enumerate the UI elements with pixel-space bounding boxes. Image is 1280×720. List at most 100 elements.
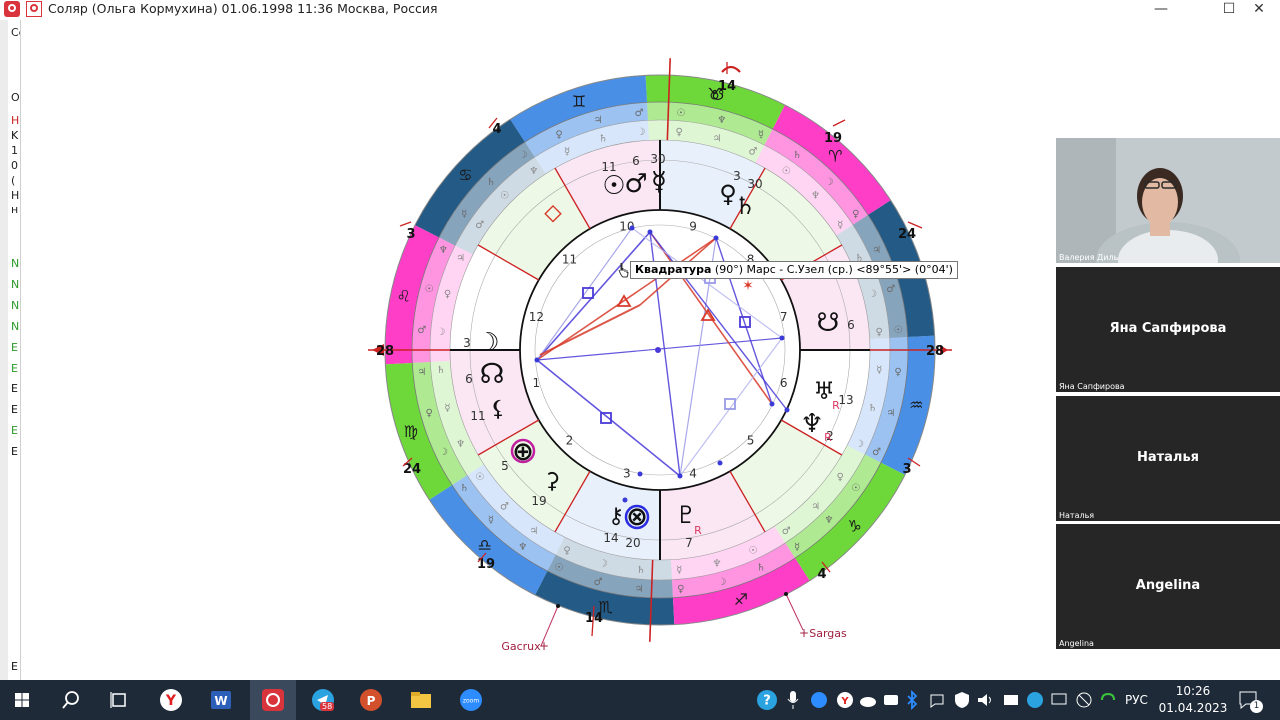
yandex-browser-icon[interactable]: Y [157, 686, 185, 714]
ruler-glyph: ♃ [712, 133, 721, 144]
zoom-tray-icon[interactable] [810, 691, 828, 709]
ruler-glyph: ♀ [425, 408, 432, 419]
ruler-glyph: ☉ [425, 284, 434, 295]
no-connection-icon[interactable] [1075, 691, 1093, 709]
word-icon[interactable]: W [207, 686, 235, 714]
planet-position-dot [637, 471, 643, 477]
planet-degree-label: 3 [733, 169, 741, 183]
house-number: 7 [780, 310, 788, 324]
language-indicator[interactable]: РУС [1125, 680, 1148, 720]
participant-tile[interactable]: Наталья Наталья [1056, 396, 1280, 521]
yandex-tray-icon[interactable]: Y [836, 691, 854, 709]
ruler-glyph: ♆ [529, 166, 538, 177]
axis-degree-label: 3 [902, 462, 911, 477]
planet-degree-label: 30 [747, 177, 762, 191]
system-clock[interactable]: 10:26 01.04.2023 [1158, 683, 1228, 717]
device-icon[interactable] [882, 692, 900, 708]
ruler-glyph: ☽ [855, 439, 864, 450]
telegram-tray-icon[interactable] [1026, 691, 1044, 709]
ruler-glyph: ☿ [837, 220, 843, 231]
moon-glyph: ☽ [476, 328, 499, 358]
participant-name: Наталья [1059, 511, 1095, 520]
star-dot [784, 592, 788, 596]
ruler-glyph: ☉ [851, 483, 860, 494]
ruler-glyph: ♂ [500, 502, 509, 513]
north-node-glyph: ☊ [480, 357, 505, 390]
participant-display-name: Angelina [1135, 578, 1201, 593]
ruler-glyph: ☿ [461, 209, 467, 220]
ruler-glyph: ♄ [868, 403, 877, 414]
display-icon[interactable] [1050, 691, 1068, 709]
participant-tile[interactable]: Яна Сапфирова Яна Сапфирова [1056, 267, 1280, 392]
planet-position-dot [629, 225, 635, 231]
ruler-glyph: ☉ [500, 190, 509, 201]
ruler-glyph: ♀ [875, 327, 882, 338]
ruler-glyph: ♀ [837, 472, 844, 483]
defender-icon[interactable] [953, 691, 971, 709]
tooltip-aspect-detail: (90°) Марс - С.Узел (ср.) <89°55'> (0°04… [711, 263, 953, 276]
planet-position-dot [779, 335, 785, 341]
ruler-glyph: ♀ [677, 584, 684, 595]
ruler-glyph: ☽ [868, 289, 877, 300]
network-icon[interactable] [1002, 691, 1020, 709]
clock-time: 10:26 [1175, 684, 1211, 698]
participant-name: Angelina [1059, 639, 1094, 648]
retrograde-mark: R [694, 524, 702, 537]
ruler-glyph: ☿ [488, 515, 494, 526]
house-number: 3 [623, 467, 631, 481]
cusp-tick [399, 221, 412, 227]
aquarius-sign-glyph: ♒ [909, 395, 923, 414]
mercury-glyph: ☿ [651, 167, 667, 197]
ruler-glyph: ♆ [712, 559, 721, 570]
windows-start-icon[interactable] [8, 686, 36, 714]
powerpoint-icon[interactable]: P [357, 686, 385, 714]
ruler-glyph: ♃ [872, 245, 881, 256]
ruler-glyph: ♀ [555, 129, 562, 140]
search-icon[interactable] [57, 686, 85, 714]
cancer-sign-glyph: ♋ [458, 166, 472, 185]
ruler-glyph: ♃ [456, 253, 465, 264]
ruler-glyph: ♀ [852, 209, 859, 220]
tooltip-aspect-name: Квадратура [635, 263, 712, 276]
volume-icon[interactable] [976, 691, 994, 709]
participant-tile[interactable]: Валерия Диль [1056, 138, 1280, 263]
participant-tile[interactable]: Angelina Angelina [1056, 524, 1280, 649]
star-gacrux-label: Gacrux [501, 640, 541, 653]
planet-degree-label: 6 [847, 318, 855, 332]
zet9-astro-icon[interactable] [259, 686, 287, 714]
svg-text:P: P [367, 694, 376, 708]
notification-count-badge: 1 [1250, 700, 1263, 713]
south-node-glyph: ☋ [816, 308, 839, 338]
svg-text:?: ? [763, 694, 771, 709]
notification-icon[interactable] [928, 691, 946, 709]
ruler-glyph: ♄ [793, 150, 802, 161]
mars-glyph: ♂ [624, 169, 647, 199]
file-explorer-icon[interactable] [407, 686, 435, 714]
bluetooth-icon[interactable] [905, 690, 919, 710]
cloud-icon[interactable] [858, 692, 878, 708]
participant-name: Яна Сапфирова [1059, 382, 1125, 391]
help-icon[interactable]: ? [756, 689, 778, 711]
ruler-glyph: ☽ [717, 577, 726, 588]
retrograde-mark: R [824, 431, 832, 444]
ruler-glyph: ♆ [825, 515, 834, 526]
microphone-icon[interactable] [786, 690, 800, 710]
planet-position-dot [647, 229, 653, 235]
ruler-glyph: ♂ [886, 284, 895, 295]
ruler-glyph: ☿ [676, 565, 682, 576]
gemini-sign-glyph: ♊ [572, 92, 586, 111]
axis-degree-label: 4 [492, 122, 501, 137]
ruler-glyph: ☿ [758, 129, 764, 140]
task-view-icon[interactable] [105, 686, 133, 714]
aspect-tooltip: Квадратура (90°) Марс - С.Узел (ср.) <89… [630, 261, 958, 279]
ruler-glyph: ♃ [635, 584, 644, 595]
house-number: 4 [689, 467, 697, 481]
star-dot [556, 604, 560, 608]
ruler-glyph: ☉ [676, 108, 685, 119]
leo-sign-glyph: ♌ [397, 287, 411, 306]
house-number: 2 [566, 434, 574, 448]
sync-icon[interactable] [1099, 691, 1117, 709]
ruler-glyph: ♂ [594, 577, 603, 588]
zoom-icon[interactable]: zoom [457, 686, 485, 714]
ruler-glyph: ♄ [487, 177, 496, 188]
